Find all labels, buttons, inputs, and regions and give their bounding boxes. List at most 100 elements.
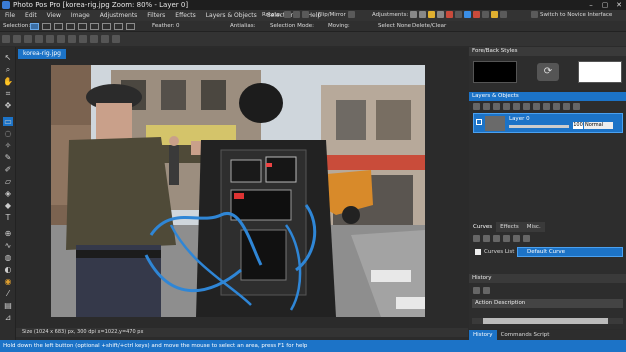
flip-control[interactable]: Flip/Mirror: [318, 11, 355, 18]
rect-select-icon[interactable]: [30, 23, 39, 30]
smudge-tool-icon[interactable]: ∿: [3, 241, 13, 250]
menu-edit[interactable]: Edit: [20, 10, 42, 21]
blend-mode-select[interactable]: Normal: [584, 122, 613, 129]
pencil-tool-icon[interactable]: ✐: [3, 165, 13, 174]
brightness-icon[interactable]: [410, 11, 418, 18]
pointer-tool-icon[interactable]: ↖: [3, 53, 13, 62]
blur-tool-icon[interactable]: ◍: [3, 253, 13, 262]
curves-list-checkbox[interactable]: [475, 249, 481, 255]
new-layer-icon[interactable]: [473, 103, 480, 110]
select-none-button[interactable]: Select None: [378, 21, 411, 32]
layer-effects-icon[interactable]: [533, 103, 540, 110]
tab-curves[interactable]: Curves: [469, 222, 497, 232]
merge-layer-icon[interactable]: [503, 103, 510, 110]
menu-file[interactable]: File: [0, 10, 20, 21]
opacity-value[interactable]: 100: [573, 122, 583, 129]
flip-icon[interactable]: [347, 11, 355, 18]
tab-effects[interactable]: Effects: [496, 222, 523, 232]
edit-curve-icon[interactable]: [503, 235, 510, 242]
shapes-tool-icon[interactable]: ◆: [3, 201, 13, 210]
opacity-slider[interactable]: [509, 125, 569, 128]
rotate-control[interactable]: Rotate:: [262, 11, 309, 18]
hue-icon[interactable]: [437, 11, 445, 18]
clone-tool-icon[interactable]: ⊕: [3, 229, 13, 238]
minimize-button[interactable]: –: [584, 0, 598, 10]
copy-icon[interactable]: [79, 35, 87, 43]
color-balance-icon[interactable]: [428, 11, 436, 18]
layer-properties-icon[interactable]: [513, 103, 520, 110]
magic-wand-tool-icon[interactable]: ✧: [3, 141, 13, 150]
foreground-color-swatch[interactable]: [473, 61, 517, 83]
rotate-left-icon[interactable]: [283, 11, 291, 18]
menu-layers-objects[interactable]: Layers & Objects: [201, 10, 262, 21]
layer-bottom-icon[interactable]: [573, 103, 580, 110]
move-tool-icon[interactable]: ✥: [3, 101, 13, 110]
paste-icon[interactable]: [90, 35, 98, 43]
triangle-select-icon[interactable]: [78, 23, 87, 30]
redo-icon[interactable]: [57, 35, 65, 43]
curves-icon[interactable]: [455, 11, 463, 18]
hand-tool-icon[interactable]: ✋: [3, 77, 13, 86]
feather-value[interactable]: 0: [176, 21, 180, 32]
rotate-right-icon[interactable]: [292, 11, 300, 18]
menu-view[interactable]: View: [42, 10, 66, 21]
zoom-in-icon[interactable]: [101, 35, 109, 43]
menu-image[interactable]: Image: [66, 10, 95, 21]
favorites-star-icon[interactable]: [491, 11, 499, 18]
rotate-180-icon[interactable]: [301, 11, 309, 18]
tab-commands-script[interactable]: Commands Script: [497, 330, 554, 340]
settings-gear-icon[interactable]: [500, 11, 508, 18]
diamond-select-icon[interactable]: [102, 23, 111, 30]
history-redo-icon[interactable]: [483, 287, 490, 294]
tab-misc[interactable]: Misc.: [522, 222, 545, 232]
novice-switch[interactable]: Switch to Novice Interface: [531, 11, 612, 18]
rect-selection-tool-icon[interactable]: ▭: [3, 117, 13, 126]
open-file-icon[interactable]: [13, 35, 21, 43]
save-icon[interactable]: [24, 35, 32, 43]
save-curve-icon[interactable]: [493, 235, 500, 242]
red-eye-icon[interactable]: [446, 11, 454, 18]
history-scrollbar[interactable]: [472, 318, 623, 324]
contrast-icon[interactable]: [419, 11, 427, 18]
measure-tool-icon[interactable]: ⊿: [3, 313, 13, 322]
lasso-tool-icon[interactable]: ◌: [3, 129, 13, 138]
open-curve-icon[interactable]: [483, 235, 490, 242]
document-tab[interactable]: korea-rig.jpg: [18, 49, 66, 59]
eyedropper-tool-icon[interactable]: ⁄: [3, 289, 13, 298]
move-down-icon[interactable]: [553, 103, 560, 110]
brush-tool-icon[interactable]: ✎: [3, 153, 13, 162]
zoom-tool-icon[interactable]: ⌕: [3, 65, 13, 74]
delete-layer-icon[interactable]: [493, 103, 500, 110]
layer-mask-icon[interactable]: [523, 103, 530, 110]
history-undo-icon[interactable]: [473, 287, 480, 294]
ellipse-select-icon[interactable]: [42, 23, 51, 30]
history-scroll-thumb[interactable]: [483, 318, 608, 324]
apply-curve-icon[interactable]: [523, 235, 530, 242]
polygon-select-icon[interactable]: [66, 23, 75, 30]
layer-row[interactable]: Layer 0 100 Normal: [473, 113, 623, 133]
background-color-swatch[interactable]: [578, 61, 622, 83]
maximize-button[interactable]: ▢: [598, 0, 612, 10]
new-file-icon[interactable]: [2, 35, 10, 43]
print-icon[interactable]: [35, 35, 43, 43]
move-up-icon[interactable]: [543, 103, 550, 110]
delete-clear-button[interactable]: Delete/Clear: [412, 21, 446, 32]
crop-tool-icon[interactable]: ⌗: [3, 89, 13, 98]
photo-fix-icon[interactable]: [473, 11, 481, 18]
menu-filters[interactable]: Filters: [142, 10, 170, 21]
levels-icon[interactable]: [464, 11, 472, 18]
text-tool-icon[interactable]: T: [3, 213, 13, 222]
close-button[interactable]: ✕: [612, 0, 626, 10]
duplicate-layer-icon[interactable]: [483, 103, 490, 110]
menu-effects[interactable]: Effects: [170, 10, 200, 21]
undo-icon[interactable]: [46, 35, 54, 43]
rounded-select-icon[interactable]: [54, 23, 63, 30]
swap-colors-button[interactable]: ⟳: [537, 63, 559, 81]
tab-history[interactable]: History: [469, 330, 497, 340]
heart-select-icon[interactable]: [114, 23, 123, 30]
fill-tool-icon[interactable]: ◈: [3, 189, 13, 198]
eraser-tool-icon[interactable]: ▱: [3, 177, 13, 186]
gradient-tool-icon[interactable]: ▤: [3, 301, 13, 310]
new-curve-icon[interactable]: [473, 235, 480, 242]
dodge-tool-icon[interactable]: ◐: [3, 265, 13, 274]
